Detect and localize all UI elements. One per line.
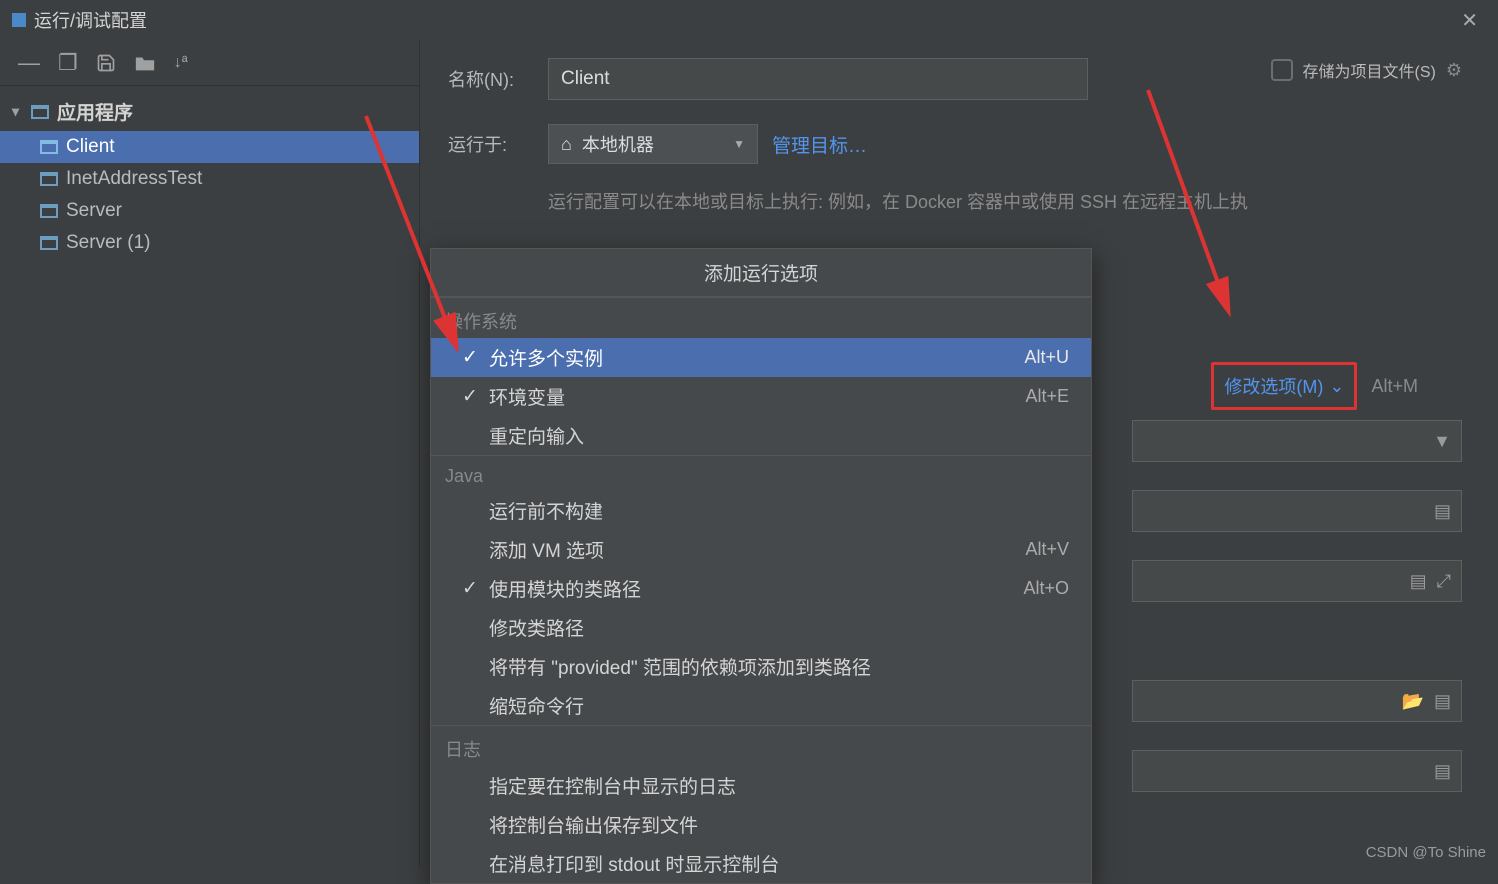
- popup-item-no-build[interactable]: 运行前不构建: [431, 491, 1091, 530]
- run-on-hint: 运行配置可以在本地或目标上执行: 例如，在 Docker 容器中或使用 SSH …: [448, 188, 1470, 214]
- popup-item-modify-classpath[interactable]: 修改类路径: [431, 608, 1091, 647]
- store-as-project-label: 存储为项目文件(S): [1303, 58, 1436, 82]
- popup-item-provided-deps[interactable]: 将带有 "provided" 范围的依赖项添加到类路径: [431, 647, 1091, 686]
- modify-options-label: 修改选项(M): [1224, 373, 1323, 399]
- save-icon[interactable]: [96, 53, 116, 73]
- check-icon: ✓: [455, 385, 485, 408]
- popup-item-label: 允许多个实例: [485, 344, 1024, 371]
- field-slot-5[interactable]: ▤: [1132, 750, 1462, 792]
- field-slot-2[interactable]: ▤: [1132, 490, 1462, 532]
- application-icon: [40, 140, 58, 154]
- list-icon: ▤: [1434, 691, 1451, 712]
- popup-item-label: 修改类路径: [485, 614, 1077, 641]
- popup-section-java: Java: [431, 455, 1091, 491]
- tree-item-server-1[interactable]: Server (1): [0, 227, 419, 259]
- modify-options-area: 修改选项(M) ⌄ Alt+M: [1211, 362, 1418, 410]
- field-slot-1[interactable]: ▼: [1132, 420, 1462, 462]
- popup-item-save-console[interactable]: 将控制台输出保存到文件: [431, 805, 1091, 844]
- caret-down-icon: ▾: [12, 103, 19, 120]
- expand-icon: ⤢: [1437, 571, 1451, 592]
- chevron-down-icon: ⌄: [1329, 376, 1344, 397]
- modify-shortcut-hint: Alt+M: [1371, 376, 1418, 397]
- popup-item-console-logs[interactable]: 指定要在控制台中显示的日志: [431, 766, 1091, 805]
- gear-icon[interactable]: ⚙: [1446, 60, 1462, 81]
- manage-targets-link[interactable]: 管理目标…: [772, 131, 867, 158]
- field-slot-4[interactable]: 📂 ▤: [1132, 680, 1462, 722]
- tree-item-inetaddresstest[interactable]: InetAddressTest: [0, 163, 419, 195]
- watermark: CSDN @To Shine: [1366, 844, 1486, 861]
- name-label: 名称(N):: [448, 66, 534, 92]
- popup-item-redirect-input[interactable]: 重定向输入: [431, 416, 1091, 455]
- home-icon: ⌂: [561, 134, 572, 155]
- remove-icon[interactable]: —: [18, 50, 40, 76]
- popup-item-shortcut: Alt+O: [1023, 578, 1077, 599]
- sort-icon[interactable]: ↓ª: [174, 54, 188, 72]
- folder-icon[interactable]: [134, 53, 156, 73]
- popup-item-label: 将带有 "provided" 范围的依赖项添加到类路径: [485, 653, 1077, 680]
- check-icon: ✓: [455, 346, 485, 369]
- popup-item-show-console-stdout[interactable]: 在消息打印到 stdout 时显示控制台: [431, 844, 1091, 883]
- popup-item-shorten-cmdline[interactable]: 缩短命令行: [431, 686, 1091, 725]
- name-input[interactable]: [548, 58, 1088, 100]
- popup-item-shortcut: Alt+V: [1025, 539, 1077, 560]
- popup-item-module-classpath[interactable]: ✓ 使用模块的类路径 Alt+O: [431, 569, 1091, 608]
- popup-section-log: 日志: [431, 725, 1091, 766]
- sidebar: — ❐ ↓ª ▾ 应用程序 Client InetAddressTest: [0, 40, 420, 867]
- close-icon[interactable]: ✕: [1453, 4, 1486, 37]
- field-slots: ▼ ▤ ▤ ⤢ 📂 ▤ ▤: [1132, 420, 1462, 792]
- list-icon: ▤: [1434, 501, 1451, 522]
- popup-item-allow-multiple[interactable]: ✓ 允许多个实例 Alt+U: [431, 338, 1091, 377]
- store-as-project-row: 存储为项目文件(S) ⚙: [1271, 58, 1462, 82]
- run-on-value: 本地机器: [582, 131, 654, 157]
- popup-title: 添加运行选项: [431, 249, 1091, 297]
- popup-item-label: 将控制台输出保存到文件: [485, 811, 1077, 838]
- title-bar: 运行/调试配置 ✕: [0, 0, 1498, 40]
- popup-item-shortcut: Alt+U: [1024, 347, 1077, 368]
- tree-item-server[interactable]: Server: [0, 195, 419, 227]
- chevron-down-icon: ▼: [733, 137, 745, 151]
- list-icon: ▤: [1410, 571, 1427, 592]
- application-icon: [31, 105, 49, 119]
- annotation-red-box: 修改选项(M) ⌄: [1211, 362, 1357, 410]
- popup-item-env-vars[interactable]: ✓ 环境变量 Alt+E: [431, 377, 1091, 416]
- popup-item-label: 运行前不构建: [485, 497, 1077, 524]
- window-icon: [12, 13, 26, 27]
- config-tree: ▾ 应用程序 Client InetAddressTest Server Ser…: [0, 86, 419, 265]
- sidebar-toolbar: — ❐ ↓ª: [0, 40, 419, 86]
- list-icon: ▤: [1434, 761, 1451, 782]
- folder-open-icon: 📂: [1402, 691, 1424, 712]
- run-on-dropdown[interactable]: ⌂ 本地机器 ▼: [548, 124, 758, 164]
- popup-item-label: 添加 VM 选项: [485, 536, 1025, 563]
- popup-section-os: 操作系统: [431, 297, 1091, 338]
- tree-section-applications[interactable]: ▾ 应用程序: [0, 92, 419, 131]
- popup-item-label: 使用模块的类路径: [485, 575, 1023, 602]
- store-as-project-checkbox[interactable]: [1271, 59, 1293, 81]
- tree-item-label: Server: [66, 200, 122, 222]
- add-run-options-popup: 添加运行选项 操作系统 ✓ 允许多个实例 Alt+U ✓ 环境变量 Alt+E …: [430, 248, 1092, 884]
- application-icon: [40, 172, 58, 186]
- run-on-row: 运行于: ⌂ 本地机器 ▼ 管理目标…: [448, 124, 1470, 164]
- tree-item-label: InetAddressTest: [66, 168, 202, 190]
- popup-item-label: 环境变量: [485, 383, 1025, 410]
- modify-options-link[interactable]: 修改选项(M) ⌄: [1224, 373, 1344, 399]
- popup-item-vm-options[interactable]: 添加 VM 选项 Alt+V: [431, 530, 1091, 569]
- popup-item-label: 指定要在控制台中显示的日志: [485, 772, 1077, 799]
- popup-item-label: 缩短命令行: [485, 692, 1077, 719]
- popup-item-label: 重定向输入: [485, 422, 1077, 449]
- tree-item-label: Server (1): [66, 232, 150, 254]
- field-slot-3[interactable]: ▤ ⤢: [1132, 560, 1462, 602]
- popup-item-shortcut: Alt+E: [1025, 386, 1077, 407]
- window-title: 运行/调试配置: [34, 7, 147, 33]
- check-icon: ✓: [455, 577, 485, 600]
- tree-section-label: 应用程序: [57, 98, 133, 125]
- tree-item-label: Client: [66, 136, 115, 158]
- run-on-label: 运行于:: [448, 131, 534, 157]
- application-icon: [40, 204, 58, 218]
- chevron-down-icon: ▼: [1433, 431, 1451, 452]
- tree-item-client[interactable]: Client: [0, 131, 419, 163]
- application-icon: [40, 236, 58, 250]
- copy-icon[interactable]: ❐: [58, 50, 78, 76]
- popup-item-label: 在消息打印到 stdout 时显示控制台: [485, 850, 1077, 877]
